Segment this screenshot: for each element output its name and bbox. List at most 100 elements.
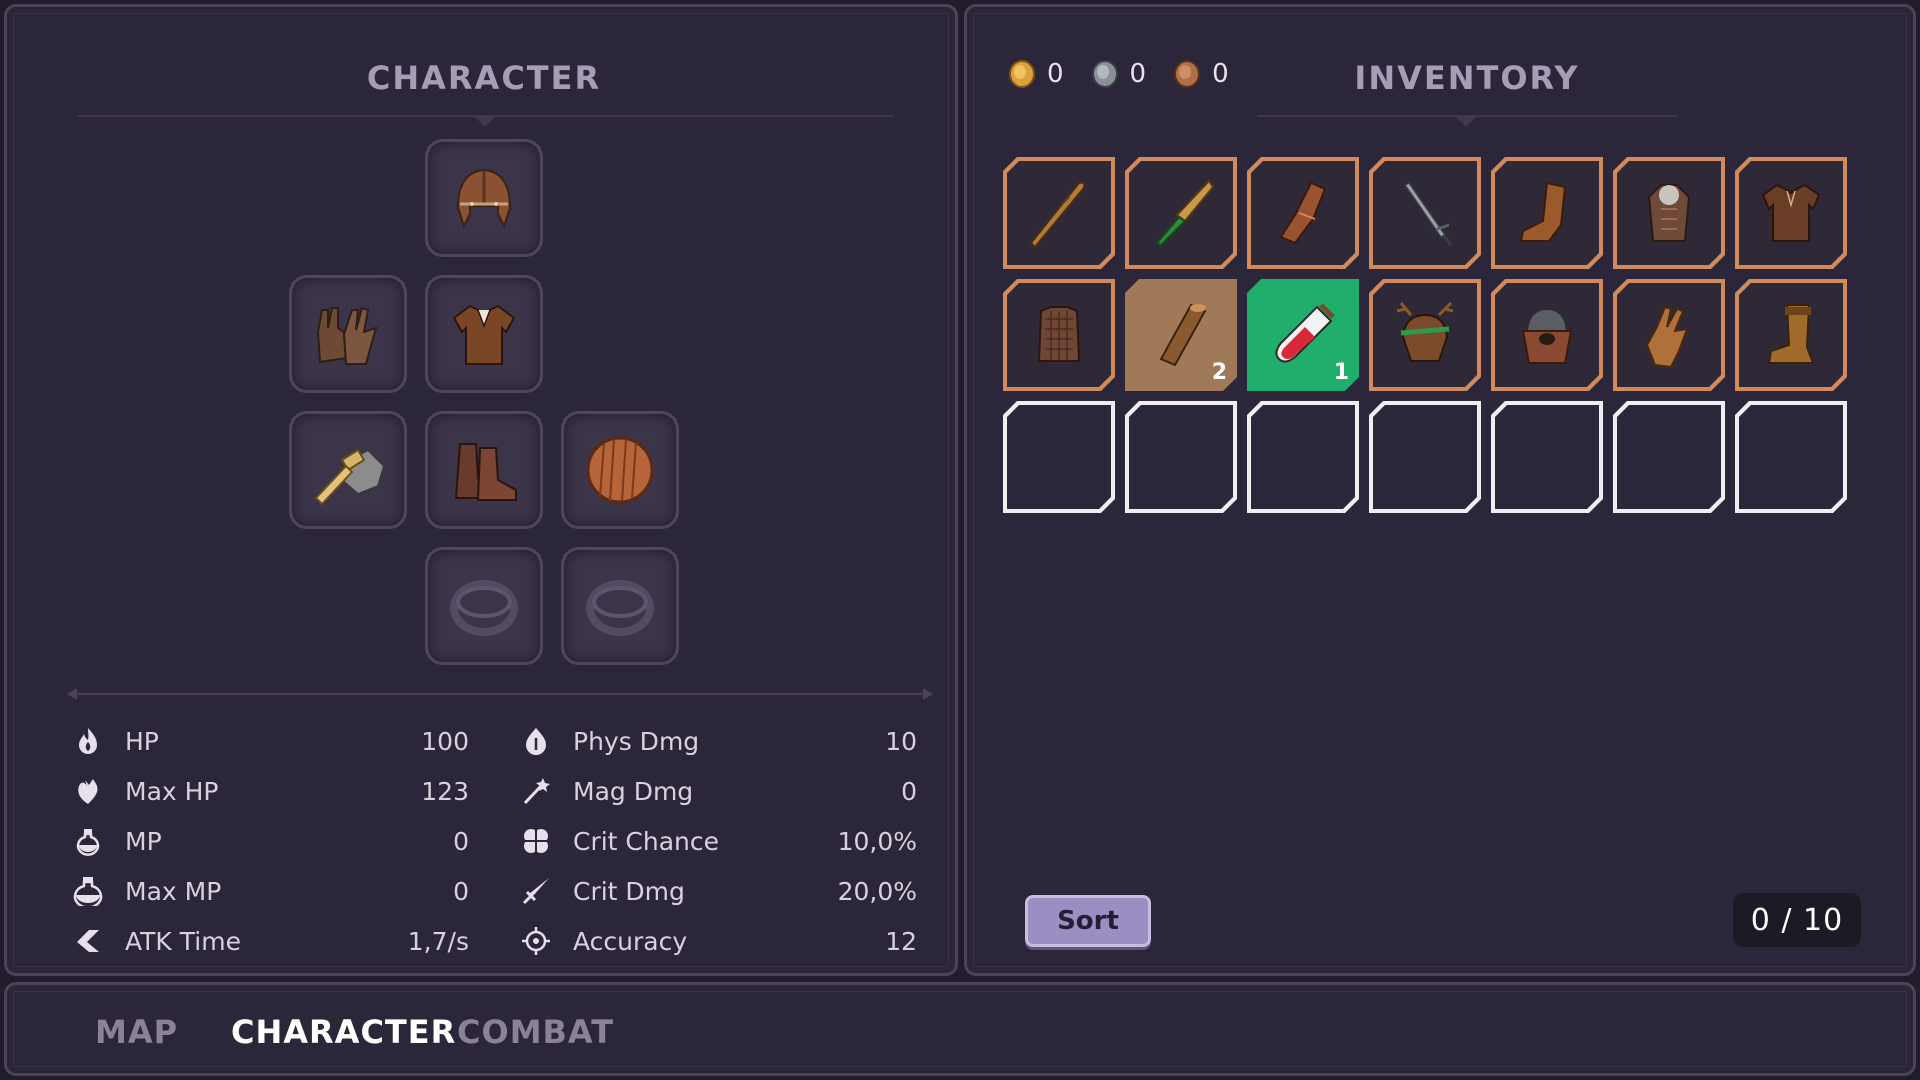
equip-slot-feet[interactable] (425, 411, 543, 529)
fur-armor-icon (1631, 175, 1707, 251)
ring-placeholder-icon (586, 580, 654, 636)
potion-large-icon (71, 874, 105, 908)
stat-value: 123 (421, 776, 469, 806)
stat-value: 12 (885, 926, 917, 956)
stat-label: Crit Chance (573, 826, 720, 856)
tab-map[interactable]: MAP (95, 1013, 178, 1051)
inventory-slot-empty[interactable] (1613, 401, 1725, 513)
stone-hammer-icon (314, 448, 386, 506)
inventory-slot[interactable] (1003, 157, 1115, 269)
sword-slash-icon (519, 874, 553, 908)
stat-max-hp: Max HP 123 (71, 771, 469, 811)
stat-label: Accuracy (573, 926, 688, 956)
inventory-slot[interactable] (1613, 279, 1725, 391)
antler-helmet-icon (1387, 297, 1463, 373)
inventory-slot[interactable] (1125, 157, 1237, 269)
stat-mp: MP 0 (71, 821, 469, 861)
stat-crit-dmg: Crit Dmg 20,0% (519, 871, 917, 911)
chainmail-vest-icon (1021, 297, 1097, 373)
inventory-slot-empty[interactable] (1003, 401, 1115, 513)
inventory-slot[interactable] (1369, 157, 1481, 269)
inventory-slot[interactable] (1491, 157, 1603, 269)
leather-glove-icon (1631, 297, 1707, 373)
silver-currency: 0 (1090, 59, 1147, 89)
health-potion-icon (1265, 297, 1341, 373)
silver-amount: 0 (1129, 59, 1147, 89)
character-title: CHARACTER (366, 59, 602, 97)
stat-hp: HP 100 (71, 721, 469, 761)
leather-bracer-icon (1265, 175, 1341, 251)
title-notch (475, 117, 495, 127)
inventory-title: INVENTORY (1354, 59, 1580, 97)
equip-slot-head[interactable] (425, 139, 543, 257)
inventory-slot[interactable] (1491, 279, 1603, 391)
inventory-slot[interactable] (1613, 157, 1725, 269)
stat-value: 10 (885, 726, 917, 756)
ring-placeholder-icon (450, 580, 518, 636)
bottom-nav: MAP CHARACTER COMBAT (4, 982, 1916, 1076)
wand-icon (519, 774, 553, 808)
equip-slot-weapon[interactable] (289, 411, 407, 529)
copper-amount: 0 (1212, 59, 1229, 89)
stat-label: Phys Dmg (573, 726, 700, 756)
potion-icon (71, 824, 105, 858)
inventory-panel: 0 0 0 INVENTORY 2 1 Sort 0 / 10 (964, 4, 1916, 976)
wooden-shield-icon (586, 436, 654, 504)
inventory-slot[interactable] (1735, 157, 1847, 269)
stat-label: Crit Dmg (573, 876, 685, 906)
flame-icon (71, 724, 105, 758)
equip-slot-hands[interactable] (289, 275, 407, 393)
stats-divider (67, 688, 933, 700)
leather-boots-icon (454, 443, 517, 501)
gold-currency: 0 (1007, 59, 1064, 89)
stat-value: 0 (901, 776, 917, 806)
crosshair-icon (519, 924, 553, 958)
item-count: 2 (1211, 360, 1227, 385)
stat-value: 0 (453, 826, 469, 856)
title-notch (1456, 117, 1476, 127)
iron-coif-icon (1509, 297, 1585, 373)
inventory-slot[interactable] (1247, 157, 1359, 269)
wooden-club-icon (1021, 175, 1097, 251)
equip-slot-ring-1[interactable] (425, 547, 543, 665)
stat-value: 20,0% (837, 876, 917, 906)
character-panel: CHARACTER HP 100 Max HP 123 MP 0 Max MP … (4, 4, 958, 976)
stat-crit-chance: Crit Chance 10,0% (519, 821, 917, 861)
equip-slot-chest[interactable] (425, 275, 543, 393)
equip-slot-ring-2[interactable] (561, 547, 679, 665)
stat-accuracy: Accuracy 12 (519, 921, 917, 961)
inventory-slot[interactable]: 2 (1125, 279, 1237, 391)
stat-mag-dmg: Mag Dmg 0 (519, 771, 917, 811)
inventory-slot-empty[interactable] (1247, 401, 1359, 513)
equip-slot-offhand[interactable] (561, 411, 679, 529)
inventory-slot[interactable] (1003, 279, 1115, 391)
inventory-slot-empty[interactable] (1735, 401, 1847, 513)
leather-boot-icon (1509, 175, 1585, 251)
inventory-slot-selected[interactable]: 1 (1247, 279, 1359, 391)
inventory-slot[interactable] (1369, 279, 1481, 391)
brown-shirt-icon (1753, 175, 1829, 251)
stat-value: 0 (453, 876, 469, 906)
leather-gloves-icon (316, 306, 378, 365)
horn-dagger-icon (1143, 175, 1219, 251)
wood-log-icon (1143, 297, 1219, 373)
tab-combat[interactable]: COMBAT (457, 1013, 614, 1051)
inventory-slot-empty[interactable] (1369, 401, 1481, 513)
gold-coin-icon (1009, 60, 1035, 88)
stat-label: Max HP (125, 776, 219, 806)
inventory-slot-empty[interactable] (1491, 401, 1603, 513)
tab-character[interactable]: CHARACTER (231, 1013, 456, 1051)
stat-label: HP (125, 726, 159, 756)
heart-leaf-icon (71, 774, 105, 808)
gold-amount: 0 (1047, 59, 1064, 89)
stat-atk-time: ATK Time 1,7/s (71, 921, 469, 961)
stat-max-mp: Max MP 0 (71, 871, 469, 911)
leather-tunic-icon (452, 304, 516, 365)
sort-button[interactable]: Sort (1025, 895, 1151, 947)
copper-coin-icon (1174, 60, 1201, 88)
copper-currency: 0 (1172, 59, 1229, 89)
inventory-capacity: 0 / 10 (1733, 893, 1861, 947)
stat-label: Mag Dmg (573, 776, 694, 806)
inventory-slot[interactable] (1735, 279, 1847, 391)
inventory-slot-empty[interactable] (1125, 401, 1237, 513)
